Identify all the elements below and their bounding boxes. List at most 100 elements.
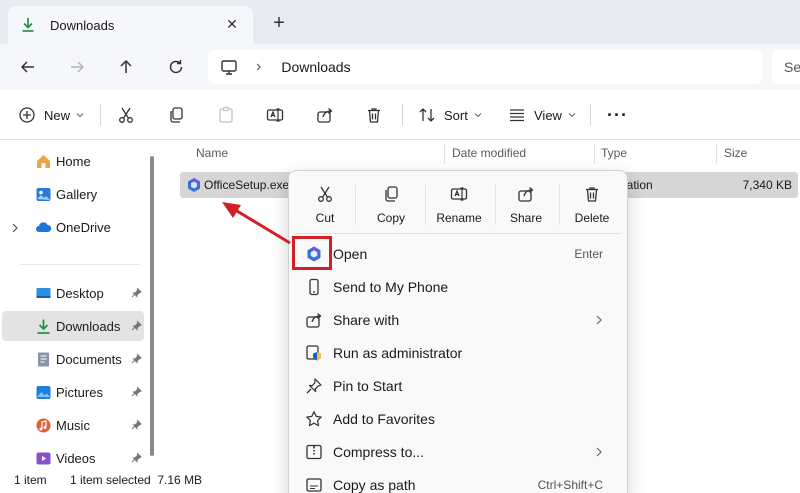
- toolbar-share-button[interactable]: [316, 103, 334, 127]
- copy-path-icon: [306, 478, 322, 492]
- home-icon: [37, 155, 50, 168]
- menu-item-run-as-admin[interactable]: Run as administrator: [295, 338, 621, 368]
- context-share-button[interactable]: Share: [503, 177, 549, 233]
- context-cut-button[interactable]: Cut: [303, 177, 347, 233]
- pin-icon[interactable]: [131, 386, 142, 397]
- context-copy-button[interactable]: Copy: [367, 177, 415, 233]
- forward-button[interactable]: [63, 54, 91, 80]
- pin-icon[interactable]: [131, 287, 142, 298]
- tab-close-icon[interactable]: ✕: [223, 15, 241, 33]
- quick-action-divider: [425, 185, 426, 225]
- sidebar-item-label: Documents: [56, 351, 122, 367]
- search-input[interactable]: Se: [772, 50, 800, 84]
- toolbar-cut-button[interactable]: [117, 103, 135, 127]
- office-setup-icon: [188, 178, 200, 192]
- videos-icon: [36, 452, 51, 465]
- menu-item-pin-to-start[interactable]: Pin to Start: [295, 371, 621, 401]
- paste-icon: [219, 106, 233, 123]
- column-header-size[interactable]: Size: [724, 140, 747, 166]
- view-label: View: [534, 107, 562, 123]
- copy-icon: [385, 186, 398, 202]
- music-icon: [36, 418, 51, 433]
- monitor-icon: [221, 60, 237, 75]
- sidebar-item-documents[interactable]: Documents: [2, 344, 144, 374]
- pin-icon[interactable]: [131, 353, 142, 364]
- refresh-button[interactable]: [162, 54, 190, 80]
- chevron-down-icon: [568, 113, 576, 118]
- downloads-icon: [37, 319, 50, 334]
- documents-icon: [38, 352, 49, 367]
- sort-button[interactable]: Sort: [418, 103, 482, 127]
- toolbar-delete-button[interactable]: [365, 103, 383, 127]
- toolbar-copy-button[interactable]: [167, 103, 185, 127]
- menu-item-compress[interactable]: Compress to...: [295, 437, 621, 467]
- sidebar-item-videos[interactable]: Videos: [2, 443, 144, 473]
- file-size: 7,340 KB: [742, 178, 792, 192]
- new-tab-button[interactable]: +: [268, 12, 290, 34]
- sidebar-item-pictures[interactable]: Pictures: [2, 377, 144, 407]
- pin-icon[interactable]: [131, 452, 142, 463]
- pictures-icon: [36, 386, 51, 399]
- star-icon: [306, 411, 322, 427]
- gallery-icon: [36, 188, 51, 201]
- pin-icon[interactable]: [131, 419, 142, 430]
- menu-item-open[interactable]: Open Enter: [295, 239, 621, 269]
- status-selected: 1 item selected 7.16 MB: [70, 473, 203, 487]
- delete-icon: [586, 187, 598, 202]
- new-button[interactable]: New: [18, 103, 84, 127]
- view-list-icon: [510, 109, 524, 122]
- sidebar-item-label: Videos: [56, 450, 96, 466]
- delete-icon: [368, 108, 380, 123]
- breadcrumb-downloads[interactable]: Downloads: [281, 59, 350, 75]
- column-divider[interactable]: [716, 144, 717, 164]
- status-item-count: 1 item: [14, 473, 47, 487]
- quick-action-label: Rename: [436, 211, 482, 225]
- toolbar-rename-button[interactable]: [266, 103, 284, 127]
- menu-item-add-to-favorites[interactable]: Add to Favorites: [295, 404, 621, 434]
- view-button[interactable]: View: [508, 103, 576, 127]
- menu-item-share-with[interactable]: Share with: [295, 305, 621, 335]
- sidebar-item-music[interactable]: Music: [2, 410, 144, 440]
- sidebar-item-desktop[interactable]: Desktop: [2, 278, 144, 308]
- context-rename-button[interactable]: Rename: [431, 177, 487, 233]
- sidebar-scrollbar[interactable]: [150, 156, 154, 456]
- pin-icon: [306, 378, 322, 394]
- address-bar[interactable]: › Downloads: [208, 50, 762, 84]
- file-name: OfficeSetup.exe: [204, 178, 290, 192]
- breadcrumb-separator[interactable]: ›: [256, 58, 261, 76]
- menu-item-copy-as-path[interactable]: Copy as path Ctrl+Shift+C: [295, 470, 621, 493]
- download-icon: [22, 18, 34, 32]
- tab-downloads[interactable]: Downloads ✕: [8, 6, 253, 44]
- pin-icon[interactable]: [131, 320, 142, 331]
- up-button[interactable]: [112, 54, 140, 80]
- cut-icon: [119, 107, 133, 123]
- column-header-type[interactable]: Type: [601, 140, 627, 166]
- sidebar-item-downloads[interactable]: Downloads: [2, 311, 144, 341]
- menu-item-shortcut: Ctrl+Shift+C: [537, 478, 603, 492]
- sort-icon: [419, 108, 435, 122]
- quick-action-divider: [355, 185, 356, 225]
- toolbar-divider: [100, 104, 101, 126]
- share-icon: [317, 108, 333, 123]
- sidebar-item-onedrive[interactable]: OneDrive: [2, 212, 144, 242]
- chevron-down-icon: [474, 113, 482, 118]
- cut-icon: [318, 186, 332, 202]
- column-header-name[interactable]: Name: [196, 140, 228, 166]
- toolbar-paste-button[interactable]: [217, 103, 235, 127]
- sort-label: Sort: [444, 107, 468, 123]
- more-options-button[interactable]: ···: [607, 103, 628, 127]
- chevron-down-icon: [76, 113, 84, 118]
- context-delete-button[interactable]: Delete: [569, 177, 615, 233]
- sidebar-item-home[interactable]: Home: [2, 146, 144, 176]
- column-divider[interactable]: [444, 144, 445, 164]
- back-button[interactable]: [14, 54, 42, 80]
- sidebar-item-gallery[interactable]: Gallery: [2, 179, 144, 209]
- menu-item-label: Pin to Start: [333, 378, 403, 394]
- column-divider[interactable]: [594, 144, 595, 164]
- desktop-folder-icon: [36, 288, 51, 298]
- column-header-date[interactable]: Date modified: [452, 140, 526, 166]
- arrow-left-icon: [20, 61, 34, 73]
- quick-action-label: Delete: [574, 211, 610, 225]
- menu-item-send-to-phone[interactable]: Send to My Phone: [295, 272, 621, 302]
- share-icon: [518, 187, 534, 202]
